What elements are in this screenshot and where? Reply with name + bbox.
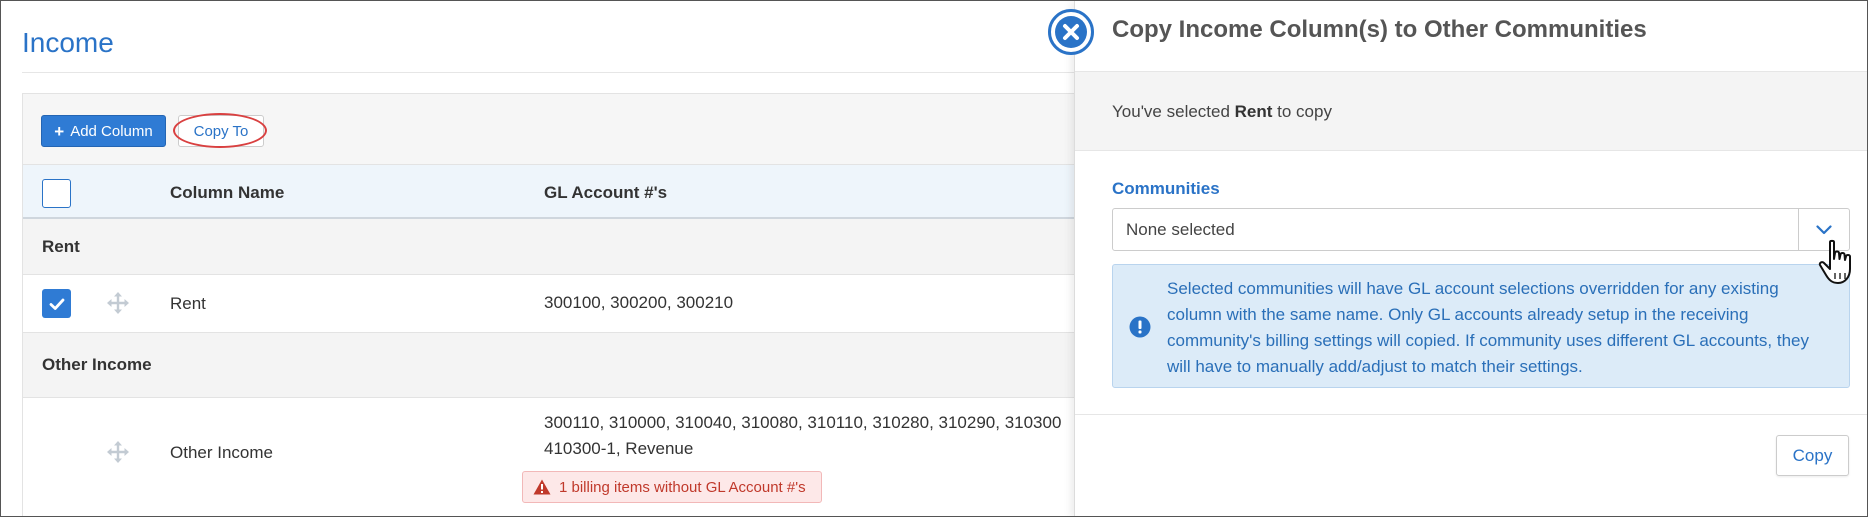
chevron-down-icon bbox=[1816, 224, 1832, 234]
title-divider bbox=[22, 72, 1082, 73]
table-row: Rent 300100, 300200, 300210 bbox=[23, 275, 1082, 333]
copy-button[interactable]: Copy bbox=[1776, 435, 1849, 476]
selected-item: Rent bbox=[1234, 102, 1273, 121]
info-alert-text: Selected communities will have GL accoun… bbox=[1167, 279, 1809, 376]
row-column-name: Rent bbox=[170, 294, 206, 313]
move-icon[interactable] bbox=[106, 440, 130, 464]
add-column-button[interactable]: + Add Column bbox=[41, 115, 166, 147]
copy-to-button[interactable]: Copy To bbox=[178, 115, 264, 147]
hand-cursor-icon bbox=[1818, 239, 1851, 284]
row-gl-accounts-line1: 300110, 310000, 310040, 310080, 310110, … bbox=[544, 413, 1062, 432]
communities-select[interactable]: None selected bbox=[1112, 208, 1850, 251]
app-frame: Income + Add Column Copy To Column Name … bbox=[0, 0, 1868, 517]
checkmark-icon bbox=[49, 298, 64, 310]
footer-divider bbox=[1075, 414, 1867, 415]
plus-icon: + bbox=[54, 121, 65, 141]
selection-summary-text: You've selected Rent to copy bbox=[1112, 102, 1332, 121]
group-row-rent: Rent bbox=[23, 219, 1082, 275]
row-column-name: Other Income bbox=[170, 443, 273, 462]
toolbar: + Add Column Copy To bbox=[23, 94, 1082, 165]
group-row-other-income: Other Income bbox=[23, 333, 1082, 398]
table-header: Column Name GL Account #'s bbox=[23, 165, 1082, 219]
column-header-gl: GL Account #'s bbox=[544, 183, 668, 202]
communities-label: Communities bbox=[1112, 179, 1220, 198]
warning-badge: 1 billing items without GL Account #'s bbox=[522, 471, 822, 503]
group-label: Other Income bbox=[42, 355, 152, 374]
selection-summary: You've selected Rent to copy bbox=[1075, 71, 1867, 151]
row-gl-accounts-line2: 410300-1, Revenue bbox=[544, 439, 694, 458]
column-header-name: Column Name bbox=[170, 183, 285, 202]
close-icon bbox=[1055, 16, 1087, 48]
info-alert: Selected communities will have GL accoun… bbox=[1112, 264, 1850, 388]
income-panel: + Add Column Copy To Column Name GL Acco… bbox=[22, 93, 1082, 516]
close-drawer-button[interactable] bbox=[1048, 9, 1094, 55]
page-title: Income bbox=[22, 27, 114, 58]
row-gl-accounts: 300100, 300200, 300210 bbox=[544, 293, 734, 312]
warning-text: 1 billing items without GL Account #'s bbox=[559, 478, 806, 496]
warning-triangle-icon bbox=[533, 479, 551, 495]
select-all-checkbox[interactable] bbox=[42, 179, 71, 208]
drawer-header: Copy Income Column(s) to Other Communiti… bbox=[1075, 1, 1867, 71]
group-label: Rent bbox=[42, 237, 80, 256]
info-exclamation-icon bbox=[1129, 316, 1151, 338]
move-icon[interactable] bbox=[106, 291, 130, 315]
communities-select-value: None selected bbox=[1126, 220, 1235, 239]
row-checkbox-checked[interactable] bbox=[42, 289, 71, 318]
drawer-title: Copy Income Column(s) to Other Communiti… bbox=[1112, 16, 1647, 43]
add-column-label: Add Column bbox=[70, 122, 153, 140]
copy-drawer: Copy Income Column(s) to Other Communiti… bbox=[1074, 1, 1867, 516]
